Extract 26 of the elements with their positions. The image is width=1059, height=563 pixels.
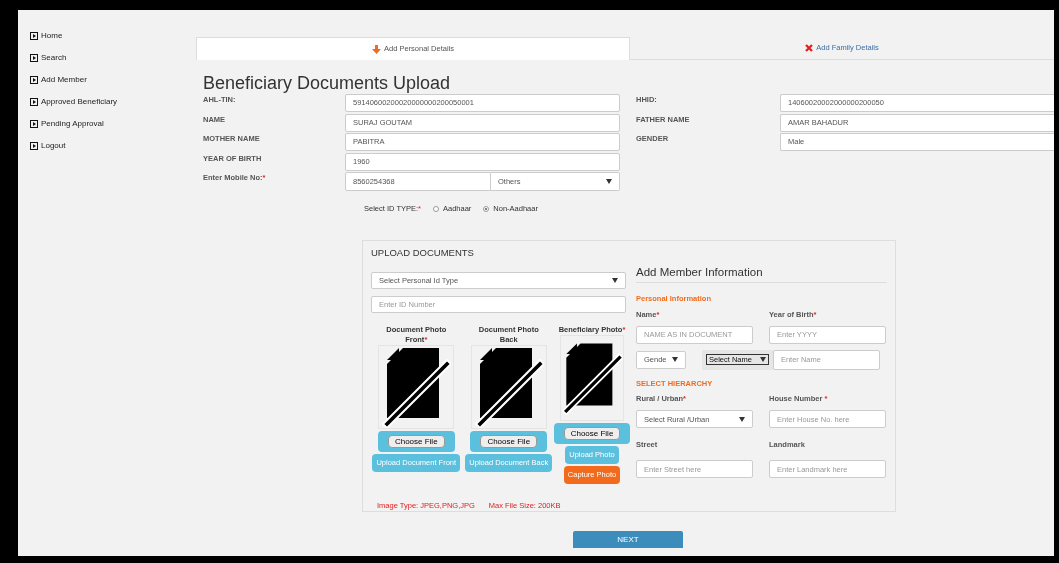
- sidebar-item[interactable]: Logout: [30, 140, 196, 152]
- choose-file-button[interactable]: Choose File: [387, 435, 445, 448]
- choose-file-button[interactable]: Choose File: [480, 435, 538, 448]
- sidebar-item[interactable]: Home: [30, 30, 196, 42]
- section-title: Add Member Information: [636, 265, 887, 284]
- sidebar-item[interactable]: Approved Beneficiary: [30, 96, 196, 108]
- play-square-icon: [30, 54, 38, 62]
- sidebar-item[interactable]: Search: [30, 52, 196, 64]
- caret-icon: [612, 278, 618, 284]
- sidebar-item[interactable]: Pending Approval: [30, 118, 196, 130]
- play-square-icon: [30, 120, 38, 128]
- close-icon: [805, 44, 814, 52]
- caret-icon: [759, 357, 766, 363]
- arrow-down-icon: [371, 44, 381, 54]
- next-button[interactable]: NEXT: [573, 531, 683, 549]
- page-title: Beneficiary Documents Upload: [203, 72, 452, 94]
- play-square-icon: [30, 32, 38, 40]
- play-square-icon: [30, 142, 38, 150]
- play-square-icon: [30, 76, 38, 84]
- caret-icon: [606, 179, 612, 184]
- choose-file-button[interactable]: Choose File: [563, 427, 621, 440]
- play-square-icon: [30, 98, 38, 106]
- caret-icon: [672, 357, 678, 363]
- section-title: UPLOAD DOCUMENTS: [371, 247, 475, 260]
- caret-icon: [739, 416, 745, 422]
- sidebar-item[interactable]: Add Member: [30, 74, 196, 86]
